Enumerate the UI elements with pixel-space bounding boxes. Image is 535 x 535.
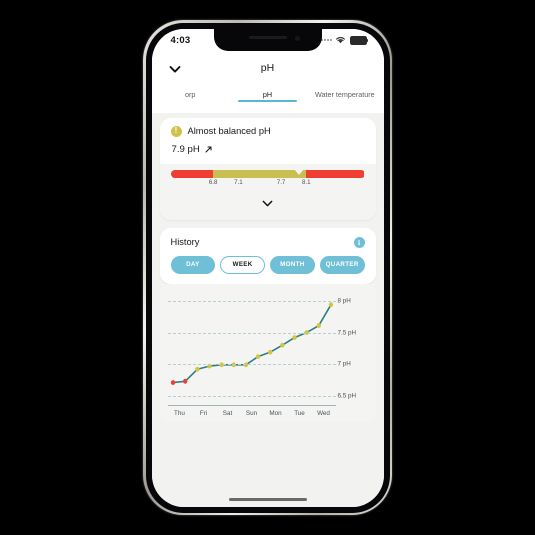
chart-plot xyxy=(170,301,333,385)
earpiece-speaker xyxy=(248,35,287,39)
chart-x-label-1: Fri xyxy=(199,409,208,417)
chart-x-label-0: Thu xyxy=(174,409,185,417)
ph-gauge: 6.8 7.1 7.7 8.1 xyxy=(159,163,376,194)
range-selector: DAY WEEK MONTH QUARTER xyxy=(160,248,376,284)
tab-water-temperature[interactable]: Water temperature xyxy=(306,85,383,99)
chart-point-9[interactable] xyxy=(279,342,285,348)
history-chart-card: 8 pH 7.5 pH 7 pH 6.5 pH Thu Fri Sat Sun Mon Tue W… xyxy=(159,283,376,422)
range-pill-day[interactable]: DAY xyxy=(170,255,216,274)
status-time: 4:03 xyxy=(170,34,191,46)
alert-message: Almost balanced pH xyxy=(187,126,271,136)
chart-x-labels: Thu Fri Sat Sun Mon Tue Wed xyxy=(168,406,368,422)
range-pill-quarter[interactable]: QUARTER xyxy=(319,255,365,274)
tab-orp[interactable]: orp xyxy=(152,85,229,99)
warning-icon: ! xyxy=(170,125,182,137)
chart-x-label-4: Mon xyxy=(269,409,282,417)
chart-gridline-0 xyxy=(167,301,336,302)
ph-status-card: ! Almost balanced pH 7.9 pH 6.8 7.1 7.7 … xyxy=(159,117,376,220)
screenshot-stage: 4:03 pH orp pH Water temperature ! Almos… xyxy=(0,0,535,535)
chevron-down-icon xyxy=(262,200,273,206)
history-card: History i DAY WEEK MONTH QUARTER xyxy=(159,227,376,284)
gauge-tick-2: 7.7 xyxy=(276,178,286,186)
nav-header: pH xyxy=(151,54,384,83)
phone-screen: 4:03 pH orp pH Water temperature ! Almos… xyxy=(151,28,384,507)
chart-point-0[interactable] xyxy=(170,379,175,385)
chart-x-label-2: Sat xyxy=(222,409,233,417)
ph-gauge-bar xyxy=(170,169,365,178)
chart-y-label-0: 8 pH xyxy=(337,297,351,305)
chart-gridline-2 xyxy=(167,364,336,366)
phone-frame: 4:03 pH orp pH Water temperature ! Almos… xyxy=(143,20,392,515)
arrow-up-right-icon xyxy=(205,145,212,153)
ph-gauge-ticks: 6.8 7.1 7.7 8.1 xyxy=(171,179,365,190)
chart-gridline-1 xyxy=(167,332,336,334)
expand-card-button[interactable] xyxy=(159,193,376,220)
chart-y-label-2: 7 pH xyxy=(337,360,351,368)
info-icon[interactable]: i xyxy=(353,236,365,248)
chart-point-2[interactable] xyxy=(194,366,200,372)
chart-x-label-3: Sun xyxy=(245,409,258,417)
wifi-icon xyxy=(336,37,345,44)
chart-point-12[interactable] xyxy=(316,322,321,328)
phone-bezel: 4:03 pH orp pH Water temperature ! Almos… xyxy=(145,22,390,513)
tab-bar: orp pH Water temperature xyxy=(151,82,384,113)
chart-point-13[interactable] xyxy=(328,301,333,307)
chart-point-1[interactable] xyxy=(182,378,187,384)
chart-gridline-3 xyxy=(167,396,336,397)
chart-point-7[interactable] xyxy=(255,353,260,359)
page-title: pH xyxy=(260,61,275,74)
gauge-segment-0 xyxy=(170,169,214,178)
ph-value: 7.9 pH xyxy=(171,143,200,155)
status-indicators xyxy=(320,35,369,45)
front-camera-icon xyxy=(294,35,300,41)
alert-row: ! Almost balanced pH xyxy=(170,125,365,137)
ph-status-card-header: ! Almost balanced pH 7.9 pH xyxy=(159,117,376,164)
gauge-segment-4 xyxy=(306,169,365,178)
ph-history-chart[interactable]: 8 pH 7.5 pH 7 pH 6.5 pH xyxy=(167,292,368,406)
chart-y-label-1: 7.5 pH xyxy=(337,329,357,337)
history-title: History xyxy=(170,237,200,247)
history-header: History i xyxy=(160,228,376,248)
ph-value-row[interactable]: 7.9 pH xyxy=(171,144,365,155)
chart-y-label-3: 6.5 pH xyxy=(337,392,357,400)
content-scroll-area[interactable]: ! Almost balanced pH 7.9 pH 6.8 7.1 7.7 … xyxy=(151,112,384,507)
chart-x-label-6: Wed xyxy=(317,409,330,417)
range-pill-month[interactable]: MONTH xyxy=(270,255,315,274)
signal-dots-icon xyxy=(320,39,332,42)
ph-gauge-marker xyxy=(293,168,304,175)
warning-icon-glyph: ! xyxy=(174,126,178,135)
chart-point-10[interactable] xyxy=(291,334,297,340)
gauge-segment-2 xyxy=(238,169,282,178)
range-pill-week[interactable]: WEEK xyxy=(220,255,265,274)
gauge-segment-1 xyxy=(213,169,239,178)
chart-x-label-5: Tue xyxy=(294,409,305,417)
gauge-tick-1: 7.1 xyxy=(234,178,243,186)
phone-notch xyxy=(213,28,322,51)
home-indicator[interactable] xyxy=(228,497,307,501)
tab-ph[interactable]: pH xyxy=(229,85,306,103)
chart-point-8[interactable] xyxy=(267,349,272,355)
gauge-tick-3: 8.1 xyxy=(301,178,311,186)
battery-icon xyxy=(349,35,369,45)
gauge-tick-0: 6.8 xyxy=(208,178,218,186)
